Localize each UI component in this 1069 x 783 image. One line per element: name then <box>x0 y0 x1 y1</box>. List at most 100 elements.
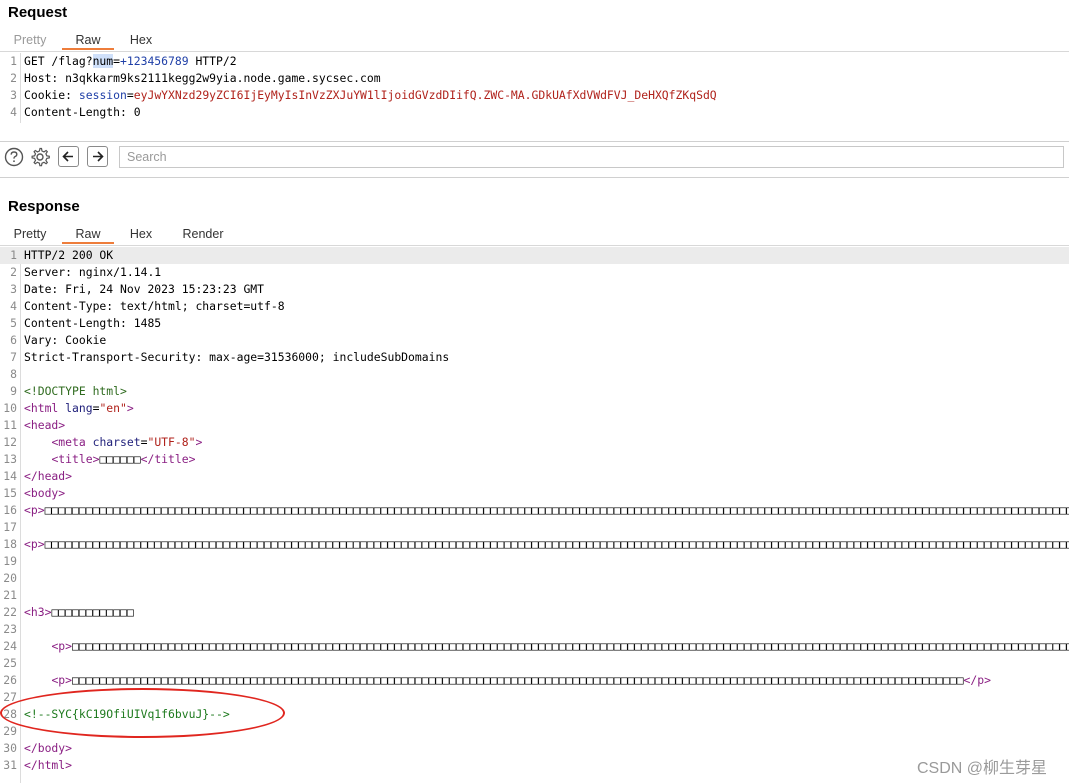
line-number: 20 <box>3 571 17 585</box>
line-number: 14 <box>3 469 17 483</box>
line-number: 1 <box>10 54 17 68</box>
code-text: <meta charset="UTF-8"> <box>51 435 203 449</box>
arrow-left-icon <box>62 151 73 162</box>
line-number: 3 <box>10 282 17 296</box>
response-line: 17 <box>0 519 1069 536</box>
line-number: 3 <box>10 88 17 102</box>
line-number: 4 <box>10 299 17 313</box>
response-line: 7 Strict-Transport-Security: max-age=3153… <box>0 349 1069 366</box>
line-number: 22 <box>3 605 17 619</box>
line-number: 6 <box>10 333 17 347</box>
code-text: <h3>□□□□□□□□□□□□ <box>24 605 134 619</box>
response-line: 9 <!DOCTYPE html> <box>0 383 1069 400</box>
response-line: 24 <p>□□□□□□□□□□□□□□□□□□□□□□□□□□□□□□□□□□… <box>0 638 1069 655</box>
request-editor[interactable]: 1 GET /flag?num=+123456789 HTTP/2 2 Host: n… <box>0 53 1069 123</box>
tab-raw[interactable]: Raw <box>62 225 114 244</box>
code-text: </html> <box>24 758 73 772</box>
line-number: 11 <box>3 418 17 432</box>
next-button[interactable] <box>87 146 108 167</box>
request-title: Request <box>8 4 68 21</box>
search-input[interactable]: Search <box>119 146 1064 168</box>
response-line: 16 <p>□□□□□□□□□□□□□□□□□□□□□□□□□□□□□□□□□□□… <box>0 502 1069 519</box>
response-line: 18 <p>□□□□□□□□□□□□□□□□□□□□□□□□□□□□□□□□□□□… <box>0 536 1069 553</box>
tab-raw[interactable]: Raw <box>62 31 114 50</box>
response-line: 11 <head> <box>0 417 1069 434</box>
response-line: 25 <box>0 655 1069 672</box>
response-line: 23 <box>0 621 1069 638</box>
tab-render[interactable]: Render <box>178 225 228 244</box>
response-title: Response <box>8 198 80 215</box>
line-number: 1 <box>10 248 17 262</box>
line-number: 17 <box>3 520 17 534</box>
line-number: 25 <box>3 656 17 670</box>
editor-toolbar: Search <box>0 144 1069 172</box>
code-text: Content-Type: text/html; charset=utf-8 <box>24 299 285 313</box>
response-line: 13 <title>□□□□□□</title> <box>0 451 1069 468</box>
response-line: 8 <box>0 366 1069 383</box>
code-text: <p>□□□□□□□□□□□□□□□□□□□□□□□□□□□□□□□□□□□□□… <box>51 673 991 687</box>
response-line: 4 Content-Type: text/html; charset=utf-8 <box>0 298 1069 315</box>
response-line: 22 <h3>□□□□□□□□□□□□ <box>0 604 1069 621</box>
line-number: 9 <box>10 384 17 398</box>
response-line: 10 <html lang="en"> <box>0 400 1069 417</box>
code-text: </body> <box>24 741 73 755</box>
request-line: 4 Content-Length: 0 <box>0 104 1069 121</box>
response-line: 2 Server: nginx/1.14.1 <box>0 264 1069 281</box>
help-icon[interactable] <box>3 146 25 168</box>
response-line: 15 <body> <box>0 485 1069 502</box>
code-text: <head> <box>24 418 66 432</box>
line-number: 29 <box>3 724 17 738</box>
code-text: <p>□□□□□□□□□□□□□□□□□□□□□□□□□□□□□□□□□□□□□… <box>24 503 1069 517</box>
tab-pretty[interactable]: Pretty <box>8 225 52 244</box>
line-number: 30 <box>3 741 17 755</box>
line-number: 2 <box>10 265 17 279</box>
response-line: 12 <meta charset="UTF-8"> <box>0 434 1069 451</box>
line-number: 4 <box>10 105 17 119</box>
line-number: 19 <box>3 554 17 568</box>
code-text: <html lang="en"> <box>24 401 134 415</box>
response-line: 21 <box>0 587 1069 604</box>
line-number: 15 <box>3 486 17 500</box>
response-tabs: Pretty Raw Hex Render <box>0 225 1069 246</box>
line-number: 5 <box>10 316 17 330</box>
line-number: 10 <box>3 401 17 415</box>
line-number: 2 <box>10 71 17 85</box>
request-line: 2 Host: n3qkkarm9ks2111kegg2w9yia.node.ga… <box>0 70 1069 87</box>
watermark: CSDN @柳生芽星 <box>917 760 1048 777</box>
line-number: 24 <box>3 639 17 653</box>
line-number: 12 <box>3 435 17 449</box>
request-line: 1 GET /flag?num=+123456789 HTTP/2 <box>0 53 1069 70</box>
response-line: 31 </html> <box>0 757 1069 774</box>
tab-hex[interactable]: Hex <box>121 31 161 50</box>
request-line: 3 Cookie: session=eyJwYXNzd29yZCI6IjEyMyI… <box>0 87 1069 104</box>
tab-hex[interactable]: Hex <box>121 225 161 244</box>
response-line: 30 </body> <box>0 740 1069 757</box>
code-text: <!DOCTYPE html> <box>24 384 127 398</box>
line-number: 16 <box>3 503 17 517</box>
code-text: Host: n3qkkarm9ks2111kegg2w9yia.node.gam… <box>24 71 381 85</box>
response-line: 14 </head> <box>0 468 1069 485</box>
response-line: 19 <box>0 553 1069 570</box>
line-number: 18 <box>3 537 17 551</box>
response-line: 3 Date: Fri, 24 Nov 2023 15:23:23 GMT <box>0 281 1069 298</box>
previous-button[interactable] <box>58 146 79 167</box>
code-text: <p>□□□□□□□□□□□□□□□□□□□□□□□□□□□□□□□□□□□□□… <box>51 639 1069 653</box>
arrow-right-icon <box>93 151 104 162</box>
line-number: 31 <box>3 758 17 772</box>
line-number: 26 <box>3 673 17 687</box>
line-number: 7 <box>10 350 17 364</box>
code-text: Vary: Cookie <box>24 333 107 347</box>
code-text: <title>□□□□□□</title> <box>51 452 196 466</box>
request-tabs: Pretty Raw Hex <box>0 31 1069 52</box>
line-number: 8 <box>10 367 17 381</box>
tab-pretty[interactable]: Pretty <box>8 31 52 50</box>
code-text: Server: nginx/1.14.1 <box>24 265 162 279</box>
response-line: 20 <box>0 570 1069 587</box>
settings-gear-icon[interactable] <box>29 146 51 168</box>
line-number: 21 <box>3 588 17 602</box>
code-text: <body> <box>24 486 66 500</box>
code-text: Content-Length: 0 <box>24 105 141 119</box>
code-text: HTTP/2 200 OK <box>24 248 114 262</box>
code-text: Content-Length: 1485 <box>24 316 162 330</box>
response-line: 26 <p>□□□□□□□□□□□□□□□□□□□□□□□□□□□□□□□□□□… <box>0 672 1069 689</box>
